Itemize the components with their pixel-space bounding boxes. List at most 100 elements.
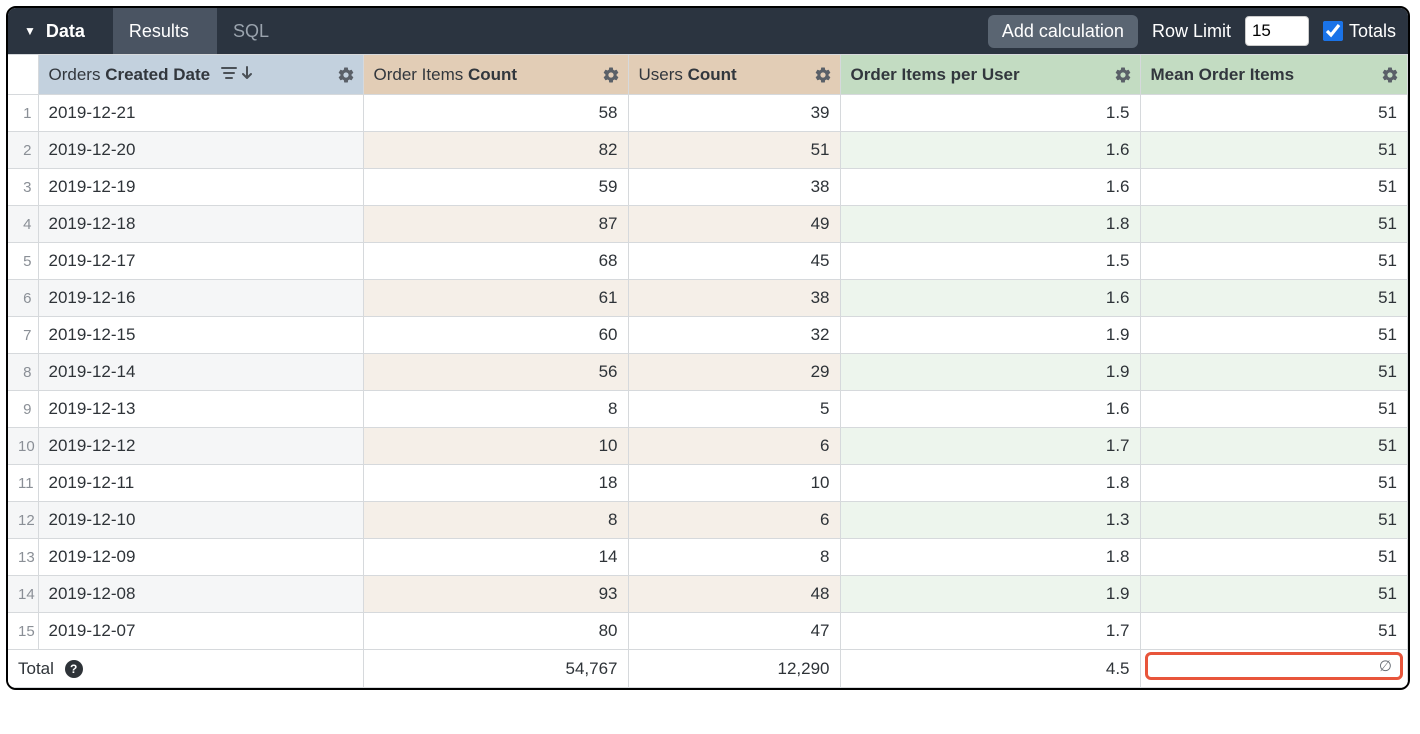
- cell-order-items-per-user[interactable]: 1.8: [840, 465, 1140, 502]
- cell-order-items-per-user[interactable]: 1.7: [840, 428, 1140, 465]
- cell-mean-order-items[interactable]: 51: [1140, 428, 1408, 465]
- cell-mean-order-items[interactable]: 51: [1140, 539, 1408, 576]
- column-header-mean-order-items[interactable]: Mean Order Items: [1140, 55, 1408, 95]
- help-icon[interactable]: ?: [65, 660, 83, 678]
- cell-order-items-count[interactable]: 58: [363, 95, 628, 132]
- cell-users-count[interactable]: 38: [628, 280, 840, 317]
- totals-checkbox[interactable]: [1323, 21, 1343, 41]
- cell-created-date[interactable]: 2019-12-16: [38, 280, 363, 317]
- cell-users-count[interactable]: 45: [628, 243, 840, 280]
- cell-order-items-per-user[interactable]: 1.3: [840, 502, 1140, 539]
- gear-icon[interactable]: [602, 66, 620, 84]
- cell-order-items-per-user[interactable]: 1.6: [840, 280, 1140, 317]
- row-number: 7: [8, 317, 38, 354]
- cell-users-count[interactable]: 29: [628, 354, 840, 391]
- cell-created-date[interactable]: 2019-12-13: [38, 391, 363, 428]
- cell-mean-order-items[interactable]: 51: [1140, 280, 1408, 317]
- cell-users-count[interactable]: 10: [628, 465, 840, 502]
- cell-created-date[interactable]: 2019-12-07: [38, 613, 363, 650]
- cell-order-items-count[interactable]: 56: [363, 354, 628, 391]
- gear-icon[interactable]: [1381, 66, 1399, 84]
- cell-users-count[interactable]: 49: [628, 206, 840, 243]
- cell-users-count[interactable]: 6: [628, 502, 840, 539]
- cell-order-items-count[interactable]: 10: [363, 428, 628, 465]
- cell-users-count[interactable]: 38: [628, 169, 840, 206]
- cell-created-date[interactable]: 2019-12-10: [38, 502, 363, 539]
- column-header-order-items-count[interactable]: Order Items Count: [363, 55, 628, 95]
- cell-mean-order-items[interactable]: 51: [1140, 206, 1408, 243]
- cell-order-items-per-user[interactable]: 1.6: [840, 169, 1140, 206]
- cell-users-count[interactable]: 51: [628, 132, 840, 169]
- cell-mean-order-items[interactable]: 51: [1140, 95, 1408, 132]
- cell-users-count[interactable]: 48: [628, 576, 840, 613]
- cell-order-items-count[interactable]: 59: [363, 169, 628, 206]
- cell-created-date[interactable]: 2019-12-20: [38, 132, 363, 169]
- cell-mean-order-items[interactable]: 51: [1140, 391, 1408, 428]
- cell-created-date[interactable]: 2019-12-09: [38, 539, 363, 576]
- cell-created-date[interactable]: 2019-12-18: [38, 206, 363, 243]
- gear-icon[interactable]: [337, 66, 355, 84]
- cell-users-count[interactable]: 6: [628, 428, 840, 465]
- cell-users-count[interactable]: 5: [628, 391, 840, 428]
- gear-icon[interactable]: [814, 66, 832, 84]
- cell-created-date[interactable]: 2019-12-08: [38, 576, 363, 613]
- gear-icon[interactable]: [1114, 66, 1132, 84]
- cell-users-count[interactable]: 8: [628, 539, 840, 576]
- cell-mean-order-items[interactable]: 51: [1140, 576, 1408, 613]
- cell-users-count[interactable]: 47: [628, 613, 840, 650]
- tab-results[interactable]: Results: [113, 8, 217, 54]
- tab-data[interactable]: ▼ Data: [8, 8, 113, 54]
- cell-created-date[interactable]: 2019-12-19: [38, 169, 363, 206]
- cell-users-count[interactable]: 32: [628, 317, 840, 354]
- cell-mean-order-items[interactable]: 51: [1140, 132, 1408, 169]
- cell-order-items-count[interactable]: 87: [363, 206, 628, 243]
- table-row: 12019-12-2158391.551: [8, 95, 1408, 132]
- cell-mean-order-items[interactable]: 51: [1140, 354, 1408, 391]
- cell-order-items-count[interactable]: 93: [363, 576, 628, 613]
- cell-order-items-count[interactable]: 8: [363, 391, 628, 428]
- cell-created-date[interactable]: 2019-12-14: [38, 354, 363, 391]
- column-header-order-items-per-user[interactable]: Order Items per User: [840, 55, 1140, 95]
- totals-per-user: 4.5: [840, 650, 1140, 688]
- cell-order-items-per-user[interactable]: 1.6: [840, 391, 1140, 428]
- cell-order-items-count[interactable]: 61: [363, 280, 628, 317]
- cell-order-items-per-user[interactable]: 1.9: [840, 317, 1140, 354]
- cell-created-date[interactable]: 2019-12-17: [38, 243, 363, 280]
- cell-order-items-count[interactable]: 14: [363, 539, 628, 576]
- cell-created-date[interactable]: 2019-12-12: [38, 428, 363, 465]
- totals-label: Totals: [1349, 21, 1396, 42]
- cell-order-items-count[interactable]: 68: [363, 243, 628, 280]
- tabs: ▼ Data Results SQL: [8, 8, 297, 54]
- cell-order-items-per-user[interactable]: 1.6: [840, 132, 1140, 169]
- cell-created-date[interactable]: 2019-12-15: [38, 317, 363, 354]
- cell-order-items-count[interactable]: 8: [363, 502, 628, 539]
- cell-order-items-per-user[interactable]: 1.7: [840, 613, 1140, 650]
- row-number: 3: [8, 169, 38, 206]
- tab-sql[interactable]: SQL: [217, 8, 297, 54]
- cell-mean-order-items[interactable]: 51: [1140, 502, 1408, 539]
- cell-mean-order-items[interactable]: 51: [1140, 317, 1408, 354]
- row-limit-input[interactable]: [1245, 16, 1309, 46]
- column-header-created-date[interactable]: Orders Created Date: [38, 55, 363, 95]
- column-header-users-count[interactable]: Users Count: [628, 55, 840, 95]
- cell-mean-order-items[interactable]: 51: [1140, 613, 1408, 650]
- cell-order-items-per-user[interactable]: 1.8: [840, 206, 1140, 243]
- cell-order-items-count[interactable]: 80: [363, 613, 628, 650]
- cell-users-count[interactable]: 39: [628, 95, 840, 132]
- cell-order-items-per-user[interactable]: 1.5: [840, 95, 1140, 132]
- cell-order-items-per-user[interactable]: 1.9: [840, 576, 1140, 613]
- cell-order-items-count[interactable]: 18: [363, 465, 628, 502]
- add-calculation-button[interactable]: Add calculation: [988, 15, 1138, 48]
- cell-order-items-per-user[interactable]: 1.9: [840, 354, 1140, 391]
- row-number: 11: [8, 465, 38, 502]
- totals-toggle[interactable]: Totals: [1323, 21, 1396, 42]
- cell-order-items-per-user[interactable]: 1.8: [840, 539, 1140, 576]
- cell-mean-order-items[interactable]: 51: [1140, 465, 1408, 502]
- cell-created-date[interactable]: 2019-12-21: [38, 95, 363, 132]
- cell-order-items-count[interactable]: 60: [363, 317, 628, 354]
- cell-order-items-per-user[interactable]: 1.5: [840, 243, 1140, 280]
- cell-created-date[interactable]: 2019-12-11: [38, 465, 363, 502]
- cell-mean-order-items[interactable]: 51: [1140, 243, 1408, 280]
- cell-order-items-count[interactable]: 82: [363, 132, 628, 169]
- cell-mean-order-items[interactable]: 51: [1140, 169, 1408, 206]
